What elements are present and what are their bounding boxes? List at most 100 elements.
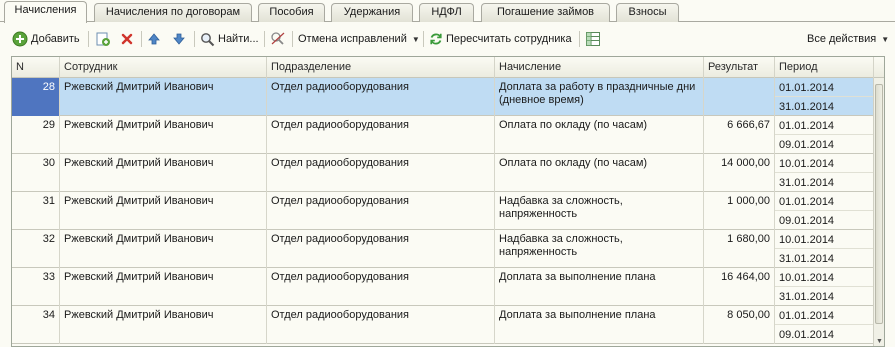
column-header-department[interactable]: Подразделение	[267, 57, 495, 78]
column-header-accrual[interactable]: Начисление	[495, 57, 704, 78]
toolbar: Добавить Найти... Отмена исправлений ▼ П…	[0, 27, 895, 51]
cell-accrual: Надбавка за сложность, напряженность	[495, 230, 704, 268]
cell-n: 30	[12, 154, 60, 192]
period-end: 09.01.2014	[779, 329, 835, 341]
tab-ndfl[interactable]: НДФЛ	[419, 3, 474, 22]
move-down-button[interactable]	[172, 29, 186, 49]
table-grid-icon	[586, 32, 600, 46]
period-start: 01.01.2014	[775, 192, 873, 211]
copy-button[interactable]	[95, 29, 111, 49]
add-button[interactable]: Добавить	[12, 29, 80, 49]
cell-n: 33	[12, 268, 60, 306]
recalc-employee-label: Пересчитать сотрудника	[446, 33, 572, 45]
table-settings-button[interactable]	[585, 29, 601, 49]
toolbar-separator	[423, 31, 424, 47]
tab-uderzhaniya[interactable]: Удержания	[331, 3, 413, 22]
cell-n: 29	[12, 116, 60, 154]
cell-department: Отдел радиооборудования	[267, 268, 495, 306]
table-header: N Сотрудник Подразделение Начисление Рез…	[12, 57, 884, 78]
cell-result: 16 464,00	[704, 268, 775, 306]
period-end: 31.01.2014	[779, 177, 835, 189]
tab-vznosy[interactable]: Взносы	[616, 3, 679, 22]
column-header-period[interactable]: Период	[775, 57, 874, 78]
table-row[interactable]: 32 Ржевский Дмитрий Иванович Отдел радиооб…	[12, 230, 874, 268]
toolbar-separator	[88, 31, 89, 47]
arrow-down-icon	[173, 33, 185, 45]
column-header-result[interactable]: Результат	[704, 57, 775, 78]
copy-add-icon	[96, 32, 110, 46]
cell-period: 01.01.2014 09.01.2014	[775, 116, 874, 154]
tab-posobiya[interactable]: Пособия	[258, 3, 325, 22]
vertical-scrollbar[interactable]: ▼	[873, 78, 884, 346]
table-row[interactable]: 33 Ржевский Дмитрий Иванович Отдел радиооб…	[12, 268, 874, 306]
cell-accrual: Надбавка за сложность, напряженность	[495, 192, 704, 230]
cell-employee: Ржевский Дмитрий Иванович	[60, 154, 267, 192]
cell-employee: Ржевский Дмитрий Иванович	[60, 78, 267, 116]
toolbar-separator	[579, 31, 580, 47]
cell-result: 6 666,67	[704, 116, 775, 154]
tab-pogashenie-zaimov[interactable]: Погашение займов	[481, 3, 610, 22]
cell-result: 8 050,00	[704, 306, 775, 344]
cell-employee: Ржевский Дмитрий Иванович	[60, 306, 267, 344]
all-actions-dropdown[interactable]: Все действия ▼	[807, 29, 889, 49]
scrollbar-thumb[interactable]	[875, 84, 883, 324]
delete-icon	[121, 33, 133, 45]
cell-n: 32	[12, 230, 60, 268]
cancel-fixes-label: Отмена исправлений	[298, 33, 407, 45]
cell-result	[704, 78, 775, 116]
toolbar-separator	[264, 31, 265, 47]
cell-result: 14 000,00	[704, 154, 775, 192]
table-row[interactable]: 30 Ржевский Дмитрий Иванович Отдел радиооб…	[12, 154, 874, 192]
cell-period: 10.01.2014 31.01.2014	[775, 154, 874, 192]
find-button[interactable]: Найти...	[200, 29, 259, 49]
period-end: 31.01.2014	[779, 101, 835, 113]
cell-accrual: Доплата за работу в праздничные дни (дне…	[495, 78, 704, 116]
cell-n: 28	[12, 78, 60, 116]
clear-search-button[interactable]	[270, 29, 286, 49]
recalc-employee-button[interactable]: Пересчитать сотрудника	[429, 29, 572, 49]
cell-department: Отдел радиооборудования	[267, 116, 495, 154]
cell-department: Отдел радиооборудования	[267, 192, 495, 230]
period-start: 10.01.2014	[775, 154, 873, 173]
table-row[interactable]: 29 Ржевский Дмитрий Иванович Отдел радиооб…	[12, 116, 874, 154]
period-end: 31.01.2014	[779, 253, 835, 265]
cell-department: Отдел радиооборудования	[267, 78, 495, 116]
search-icon	[201, 32, 215, 46]
tab-nachisleniya-po-dogovoram[interactable]: Начисления по договорам	[94, 3, 252, 22]
cell-employee: Ржевский Дмитрий Иванович	[60, 116, 267, 154]
period-end: 09.01.2014	[779, 139, 835, 151]
column-header-employee[interactable]: Сотрудник	[60, 57, 267, 78]
cell-period: 01.01.2014 09.01.2014	[775, 306, 874, 344]
column-header-n[interactable]: N	[12, 57, 60, 78]
period-start: 10.01.2014	[775, 268, 873, 287]
move-up-button[interactable]	[147, 29, 161, 49]
period-end: 09.01.2014	[779, 215, 835, 227]
cell-accrual: Доплата за выполнение плана	[495, 306, 704, 344]
toolbar-separator	[141, 31, 142, 47]
table-row[interactable]: 31 Ржевский Дмитрий Иванович Отдел радиооб…	[12, 192, 874, 230]
scroll-down-arrow-icon[interactable]: ▼	[876, 338, 883, 345]
cancel-fixes-dropdown[interactable]: Отмена исправлений ▼	[298, 29, 420, 49]
tab-nachisleniya[interactable]: Начисления	[4, 1, 87, 23]
cell-result: 1 680,00	[704, 230, 775, 268]
toolbar-separator	[292, 31, 293, 47]
period-start: 01.01.2014	[775, 78, 873, 97]
accruals-table[interactable]: N Сотрудник Подразделение Начисление Рез…	[11, 56, 885, 347]
table-row[interactable]: 28 Ржевский Дмитрий Иванович Отдел радиооб…	[12, 78, 874, 116]
find-button-label: Найти...	[218, 33, 259, 45]
delete-button[interactable]	[120, 29, 134, 49]
cell-period: 10.01.2014 31.01.2014	[775, 268, 874, 306]
cell-accrual: Доплата за выполнение плана	[495, 268, 704, 306]
period-start: 01.01.2014	[775, 306, 873, 325]
cell-department: Отдел радиооборудования	[267, 306, 495, 344]
add-icon	[12, 31, 28, 47]
cell-period: 01.01.2014 31.01.2014	[775, 78, 874, 116]
cell-n: 31	[12, 192, 60, 230]
table-row[interactable]: 34 Ржевский Дмитрий Иванович Отдел радиооб…	[12, 306, 874, 344]
cell-accrual: Оплата по окладу (по часам)	[495, 116, 704, 154]
cell-department: Отдел радиооборудования	[267, 154, 495, 192]
period-start: 10.01.2014	[775, 230, 873, 249]
cell-department: Отдел радиооборудования	[267, 230, 495, 268]
cell-result: 1 000,00	[704, 192, 775, 230]
cell-employee: Ржевский Дмитрий Иванович	[60, 230, 267, 268]
